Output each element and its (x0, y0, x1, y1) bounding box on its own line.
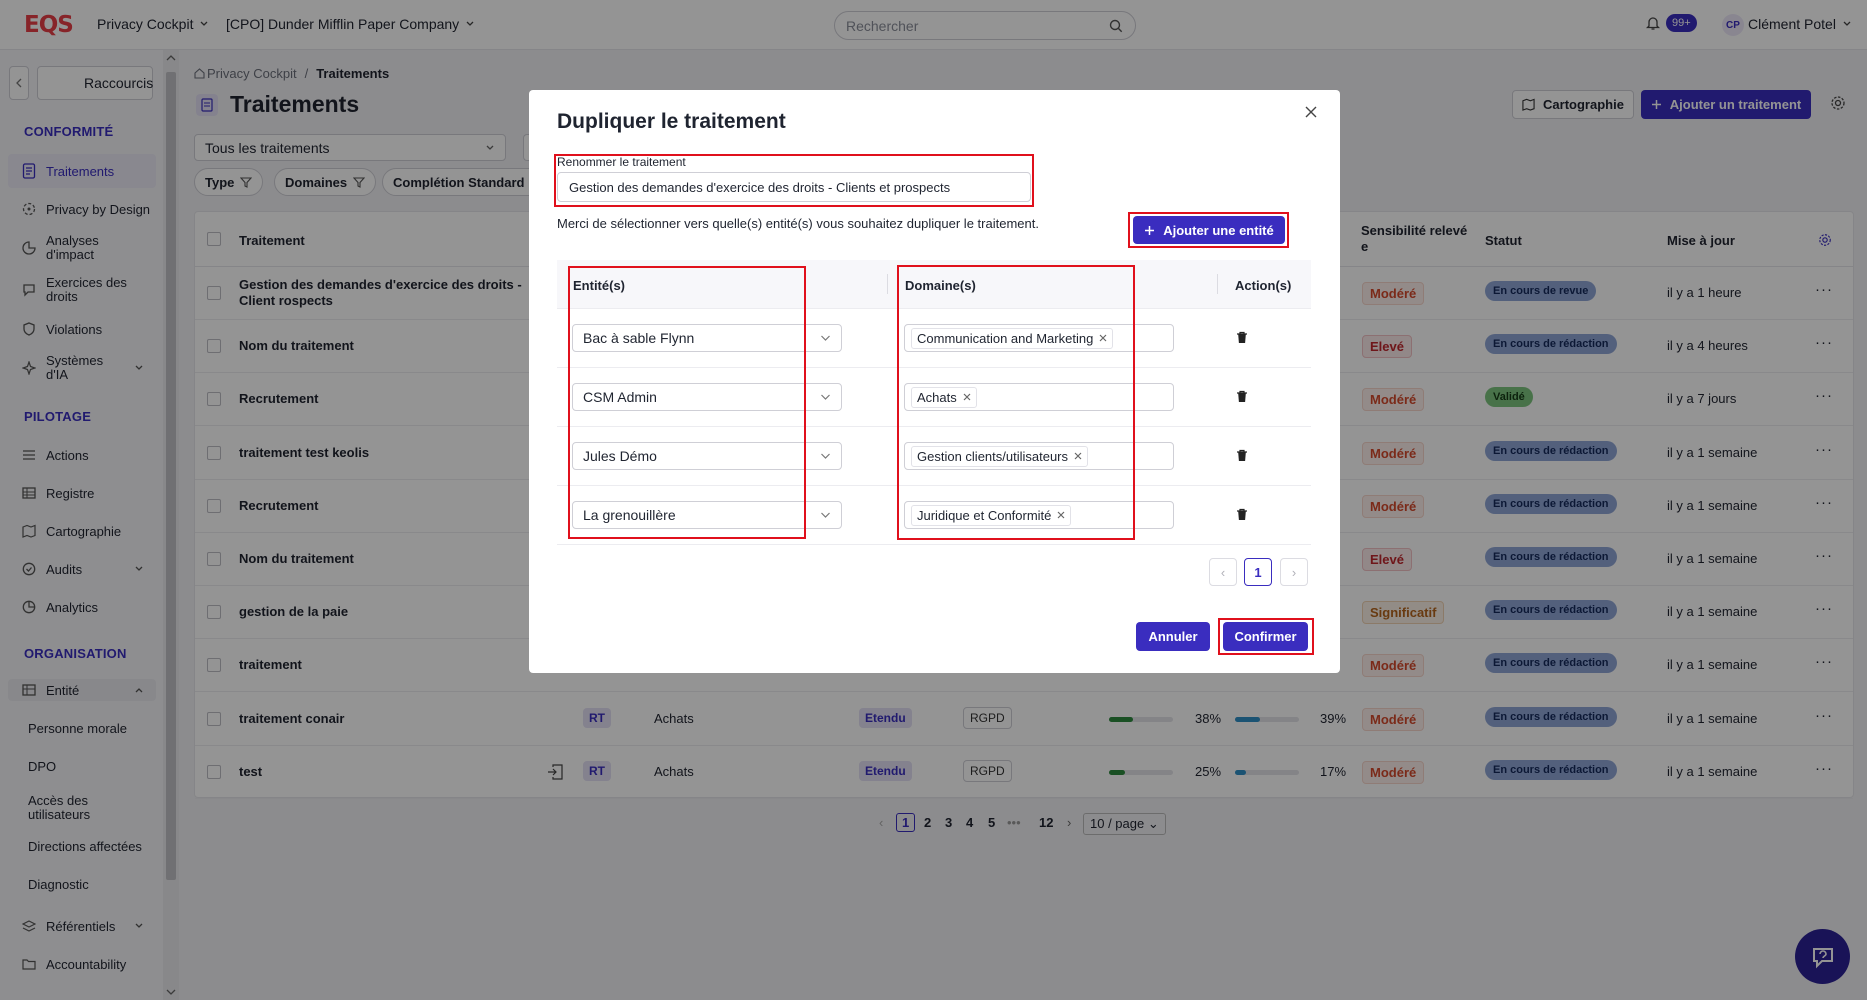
modal-next-page[interactable]: › (1280, 558, 1308, 586)
highlight-domains (897, 265, 1135, 540)
trash-icon[interactable] (1236, 508, 1248, 521)
trash-icon[interactable] (1236, 331, 1248, 344)
cancel-button[interactable]: Annuler (1136, 622, 1210, 651)
trash-icon[interactable] (1236, 390, 1248, 403)
column-divider (887, 274, 888, 294)
chevron-down-icon (821, 512, 830, 518)
modal-prev-page[interactable]: ‹ (1209, 558, 1237, 586)
add-entity-label: Ajouter une entité (1163, 222, 1274, 238)
duplicate-info: Merci de sélectionner vers quelle(s) ent… (557, 216, 1039, 231)
chevron-down-icon (821, 335, 830, 341)
rename-input[interactable]: Gestion des demandes d'exercice des droi… (557, 172, 1031, 202)
confirm-button[interactable]: Confirmer (1223, 622, 1308, 651)
column-divider (1217, 274, 1218, 294)
trash-icon[interactable] (1236, 449, 1248, 462)
modal-title: Dupliquer le traitement (557, 110, 786, 133)
col-actions: Action(s) (1235, 278, 1292, 293)
duplicate-modal: Dupliquer le traitement Renommer le trai… (529, 90, 1340, 673)
add-entity-button[interactable]: Ajouter une entité (1133, 216, 1285, 244)
close-icon[interactable] (1304, 105, 1318, 119)
modal-current-page[interactable]: 1 (1244, 558, 1272, 586)
rename-label: Renommer le traitement (557, 155, 686, 169)
chevron-down-icon (821, 394, 830, 400)
plus-icon (1145, 225, 1155, 235)
chevron-down-icon (821, 453, 830, 459)
highlight-entities (568, 266, 806, 539)
